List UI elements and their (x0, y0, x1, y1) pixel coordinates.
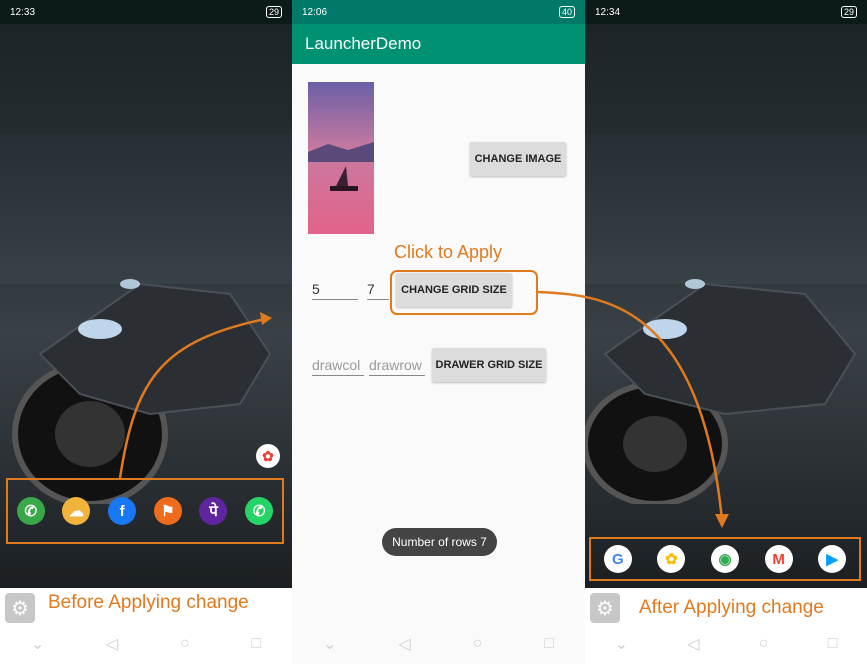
chevron-down-icon[interactable]: ⌄ (323, 634, 336, 654)
status-bar: 12:34 29 (585, 0, 867, 24)
dock-highlight-after: G ✿ ◉ M ▶ (589, 537, 861, 581)
status-time: 12:33 (10, 6, 36, 18)
app-title: LauncherDemo (305, 34, 422, 53)
status-bar: 12:06 40 (292, 0, 585, 24)
drawer-rows-input[interactable]: drawrow (369, 357, 425, 376)
change-image-button[interactable]: CHANGE IMAGE (470, 142, 566, 176)
nav-bar: ⌄ ◁ ○ □ (0, 624, 292, 664)
phone-icon[interactable]: ✆ (16, 497, 45, 525)
launcher-demo-screen: 12:06 40 LauncherDemo CHANGE IMAGE Click… (292, 0, 585, 664)
nav-bar: ⌄ ◁ ○ □ (292, 624, 585, 664)
chevron-down-icon[interactable]: ⌄ (31, 634, 44, 654)
recents-icon[interactable]: □ (251, 635, 261, 653)
before-phone-screen: 12:33 29 ✿ ✆ ☁ f ⚑ पे ✆ ⚙ Before Applying cha… (0, 0, 292, 664)
wallpaper (585, 24, 867, 588)
home-icon[interactable]: ○ (180, 635, 190, 653)
chrome-icon[interactable]: ◉ (710, 545, 739, 573)
gmail-icon[interactable]: M (764, 545, 793, 573)
click-to-apply-annotation: Click to Apply (394, 242, 503, 262)
motorcycle-image (585, 279, 857, 504)
photos-icon[interactable]: ✿ (657, 545, 686, 573)
play-store-icon[interactable]: ▶ (818, 545, 847, 573)
status-time: 12:34 (595, 6, 621, 18)
google-icon[interactable]: G (603, 545, 632, 573)
grid-columns-input[interactable]: 5 (312, 281, 358, 300)
change-grid-size-button[interactable]: CHANGE GRID SIZE (396, 273, 512, 307)
chevron-down-icon[interactable]: ⌄ (615, 634, 628, 654)
drawer-columns-input[interactable]: drawcol (312, 357, 364, 376)
facebook-icon[interactable]: f (108, 497, 137, 525)
motorcycle-image (12, 279, 272, 504)
app-bar: LauncherDemo (292, 24, 585, 64)
status-bar: 12:33 29 (0, 0, 292, 24)
caption-before: Before Applying change (48, 592, 249, 613)
status-time: 12:06 (302, 6, 328, 18)
back-icon[interactable]: ◁ (106, 634, 118, 654)
whatsapp-icon[interactable]: ✆ (245, 497, 274, 525)
drawer-grid-size-button[interactable]: DRAWER GRID SIZE (432, 348, 546, 382)
back-icon[interactable]: ◁ (398, 634, 410, 654)
home-icon[interactable]: ○ (759, 635, 769, 653)
back-icon[interactable]: ◁ (687, 634, 699, 654)
swiggy-icon[interactable]: ⚑ (153, 497, 182, 525)
phonepe-icon[interactable]: पे (199, 497, 228, 525)
toast-message: Number of rows 7 (382, 528, 497, 556)
weather-icon[interactable]: ☁ (62, 497, 91, 525)
dock-highlight-before: ✆ ☁ f ⚑ पे ✆ (6, 478, 284, 544)
battery-level: 40 (558, 6, 575, 18)
battery-level: 29 (265, 6, 282, 18)
settings-gear-icon[interactable]: ⚙ (5, 593, 35, 623)
caption-after: After Applying change (639, 597, 824, 618)
after-phone-screen: 12:34 29 G ✿ ◉ M ▶ ⚙ After Applying change ⌄… (585, 0, 867, 664)
battery-level: 29 (840, 6, 857, 18)
nav-bar: ⌄ ◁ ○ □ (585, 624, 867, 664)
grid-rows-input[interactable]: 7 (367, 281, 389, 300)
wallpaper-preview-image (308, 82, 374, 234)
recents-icon[interactable]: □ (828, 635, 838, 653)
photos-icon[interactable]: ✿ (256, 444, 280, 468)
recents-icon[interactable]: □ (544, 635, 554, 653)
settings-gear-icon[interactable]: ⚙ (590, 593, 620, 623)
home-icon[interactable]: ○ (473, 635, 483, 653)
